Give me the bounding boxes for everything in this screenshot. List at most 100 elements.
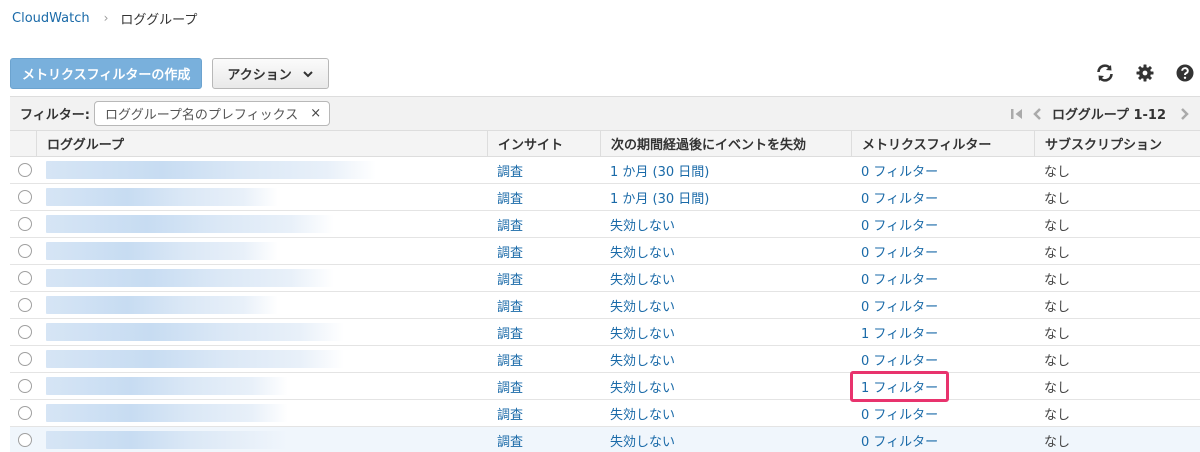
filter-label: フィルター: bbox=[20, 108, 90, 123]
table-row[interactable]: 調査 失効しない 0 フィルター なし bbox=[10, 238, 1200, 265]
row-radio[interactable] bbox=[18, 271, 32, 285]
table-row[interactable]: 調査 1 か月 (30 日間) 0 フィルター なし bbox=[10, 184, 1200, 211]
close-icon[interactable]: × bbox=[310, 106, 321, 121]
table-row[interactable]: 調査 失効しない 0 フィルター なし bbox=[10, 400, 1200, 427]
table-row[interactable]: 調査 失効しない 1 フィルター なし bbox=[10, 319, 1200, 346]
row-radio[interactable] bbox=[18, 190, 32, 204]
metric-filters-cell: 0 フィルター bbox=[851, 427, 1034, 452]
expire-events-cell: 失効しない bbox=[600, 346, 851, 372]
subscriptions-cell: なし bbox=[1034, 427, 1200, 452]
column-header-insights[interactable]: インサイト bbox=[487, 131, 600, 156]
redacted-log-group-name[interactable] bbox=[46, 269, 334, 287]
insights-explore-link[interactable]: 調査 bbox=[497, 242, 523, 261]
retention-link[interactable]: 失効しない bbox=[610, 242, 675, 261]
log-group-name-cell bbox=[36, 292, 487, 318]
metric-filter-link[interactable]: 0 フィルター bbox=[861, 242, 938, 261]
redacted-log-group-name[interactable] bbox=[46, 431, 288, 449]
row-radio[interactable] bbox=[18, 406, 32, 420]
log-group-prefix-filter-input[interactable]: ロググループ名のプレフィックス × bbox=[93, 101, 331, 126]
redacted-log-group-name[interactable] bbox=[46, 377, 288, 395]
insights-explore-link[interactable]: 調査 bbox=[497, 188, 523, 207]
redacted-log-group-name[interactable] bbox=[46, 404, 288, 422]
metric-filter-link[interactable]: 0 フィルター bbox=[861, 296, 938, 315]
metric-filter-link[interactable]: 0 フィルター bbox=[861, 269, 938, 288]
subscription-value: なし bbox=[1044, 353, 1071, 369]
row-radio[interactable] bbox=[18, 325, 32, 339]
top-icons bbox=[1094, 62, 1200, 84]
redacted-log-group-name[interactable] bbox=[46, 161, 376, 179]
next-page-icon[interactable] bbox=[1180, 107, 1190, 121]
metric-filter-link-highlighted[interactable]: 1 フィルター bbox=[850, 370, 950, 402]
insights-explore-link[interactable]: 調査 bbox=[497, 161, 523, 180]
expire-events-cell: 失効しない bbox=[600, 211, 851, 237]
metric-filter-link[interactable]: 0 フィルター bbox=[861, 431, 938, 450]
insights-explore-link[interactable]: 調査 bbox=[497, 404, 523, 423]
metric-filter-link[interactable]: 0 フィルター bbox=[861, 404, 938, 423]
retention-link[interactable]: 失効しない bbox=[610, 377, 675, 396]
table-row[interactable]: 調査 失効しない 0 フィルター なし bbox=[10, 346, 1200, 373]
previous-page-icon[interactable] bbox=[1032, 107, 1042, 121]
help-icon[interactable] bbox=[1174, 62, 1196, 84]
row-radio[interactable] bbox=[18, 379, 32, 393]
table-header: ロググループ インサイト 次の期間経過後にイベントを失効 メトリクスフィルター … bbox=[10, 131, 1200, 157]
row-select-cell bbox=[10, 184, 36, 210]
insights-explore-link[interactable]: 調査 bbox=[497, 269, 523, 288]
retention-link[interactable]: 失効しない bbox=[610, 215, 675, 234]
breadcrumb-cloudwatch-link[interactable]: CloudWatch bbox=[12, 11, 90, 26]
table-row[interactable]: 調査 失効しない 0 フィルター なし bbox=[10, 292, 1200, 319]
row-radio[interactable] bbox=[18, 217, 32, 231]
redacted-log-group-name[interactable] bbox=[46, 296, 278, 314]
retention-link[interactable]: 失効しない bbox=[610, 431, 675, 450]
metric-filter-link[interactable]: 0 フィルター bbox=[861, 188, 938, 207]
insights-explore-link[interactable]: 調査 bbox=[497, 431, 523, 450]
subscription-value: なし bbox=[1044, 164, 1071, 180]
actions-dropdown-button[interactable]: アクション bbox=[212, 58, 329, 89]
table-row[interactable]: 調査 失効しない 0 フィルター なし bbox=[10, 265, 1200, 292]
retention-link[interactable]: 失効しない bbox=[610, 350, 675, 369]
column-header-metric-filters[interactable]: メトリクスフィルター bbox=[851, 131, 1034, 156]
row-radio[interactable] bbox=[18, 352, 32, 366]
log-group-name-cell bbox=[36, 373, 487, 399]
redacted-log-group-name[interactable] bbox=[46, 215, 334, 233]
metric-filter-link[interactable]: 1 フィルター bbox=[861, 323, 938, 342]
create-metric-filter-button[interactable]: メトリクスフィルターの作成 bbox=[10, 58, 203, 89]
retention-link[interactable]: 1 か月 (30 日間) bbox=[610, 188, 709, 207]
refresh-icon[interactable] bbox=[1094, 62, 1116, 84]
column-header-expire-events[interactable]: 次の期間経過後にイベントを失効 bbox=[600, 131, 851, 156]
retention-link[interactable]: 失効しない bbox=[610, 296, 675, 315]
retention-link[interactable]: 失効しない bbox=[610, 269, 675, 288]
insights-explore-link[interactable]: 調査 bbox=[497, 215, 523, 234]
column-header-subscriptions[interactable]: サブスクリプション bbox=[1034, 131, 1200, 156]
insights-explore-link[interactable]: 調査 bbox=[497, 323, 523, 342]
metric-filter-link[interactable]: 0 フィルター bbox=[861, 215, 938, 234]
metric-filters-cell: 1 フィルター bbox=[851, 319, 1034, 345]
first-page-icon[interactable] bbox=[1010, 107, 1024, 121]
insights-explore-link[interactable]: 調査 bbox=[497, 377, 523, 396]
expire-events-cell: 失効しない bbox=[600, 238, 851, 264]
row-radio[interactable] bbox=[18, 298, 32, 312]
redacted-log-group-name[interactable] bbox=[46, 242, 278, 260]
metric-filter-link[interactable]: 0 フィルター bbox=[861, 350, 938, 369]
table-row[interactable]: 調査 失効しない 1 フィルター なし bbox=[10, 370, 1200, 402]
table-row[interactable]: 調査 1 か月 (30 日間) 0 フィルター なし bbox=[10, 157, 1200, 184]
log-group-name-cell bbox=[36, 346, 487, 372]
row-radio[interactable] bbox=[18, 163, 32, 177]
row-radio[interactable] bbox=[18, 244, 32, 258]
insights-explore-link[interactable]: 調査 bbox=[497, 350, 523, 369]
retention-link[interactable]: 失効しない bbox=[610, 323, 675, 342]
insights-explore-link[interactable]: 調査 bbox=[497, 296, 523, 315]
redacted-log-group-name[interactable] bbox=[46, 188, 278, 206]
row-select-cell bbox=[10, 265, 36, 291]
column-header-log-group[interactable]: ロググループ bbox=[36, 131, 487, 156]
redacted-log-group-name[interactable] bbox=[46, 350, 344, 368]
log-group-name-cell bbox=[36, 211, 487, 237]
metric-filter-link[interactable]: 0 フィルター bbox=[861, 161, 938, 180]
retention-link[interactable]: 1 か月 (30 日間) bbox=[610, 161, 709, 180]
table-row[interactable]: 調査 失効しない 0 フィルター なし bbox=[10, 211, 1200, 238]
table-row[interactable]: 調査 失効しない 0 フィルター なし bbox=[10, 427, 1200, 452]
retention-link[interactable]: 失効しない bbox=[610, 404, 675, 423]
redacted-log-group-name[interactable] bbox=[46, 323, 344, 341]
row-select-cell bbox=[10, 211, 36, 237]
gear-icon[interactable] bbox=[1134, 62, 1156, 84]
row-radio[interactable] bbox=[18, 433, 32, 447]
